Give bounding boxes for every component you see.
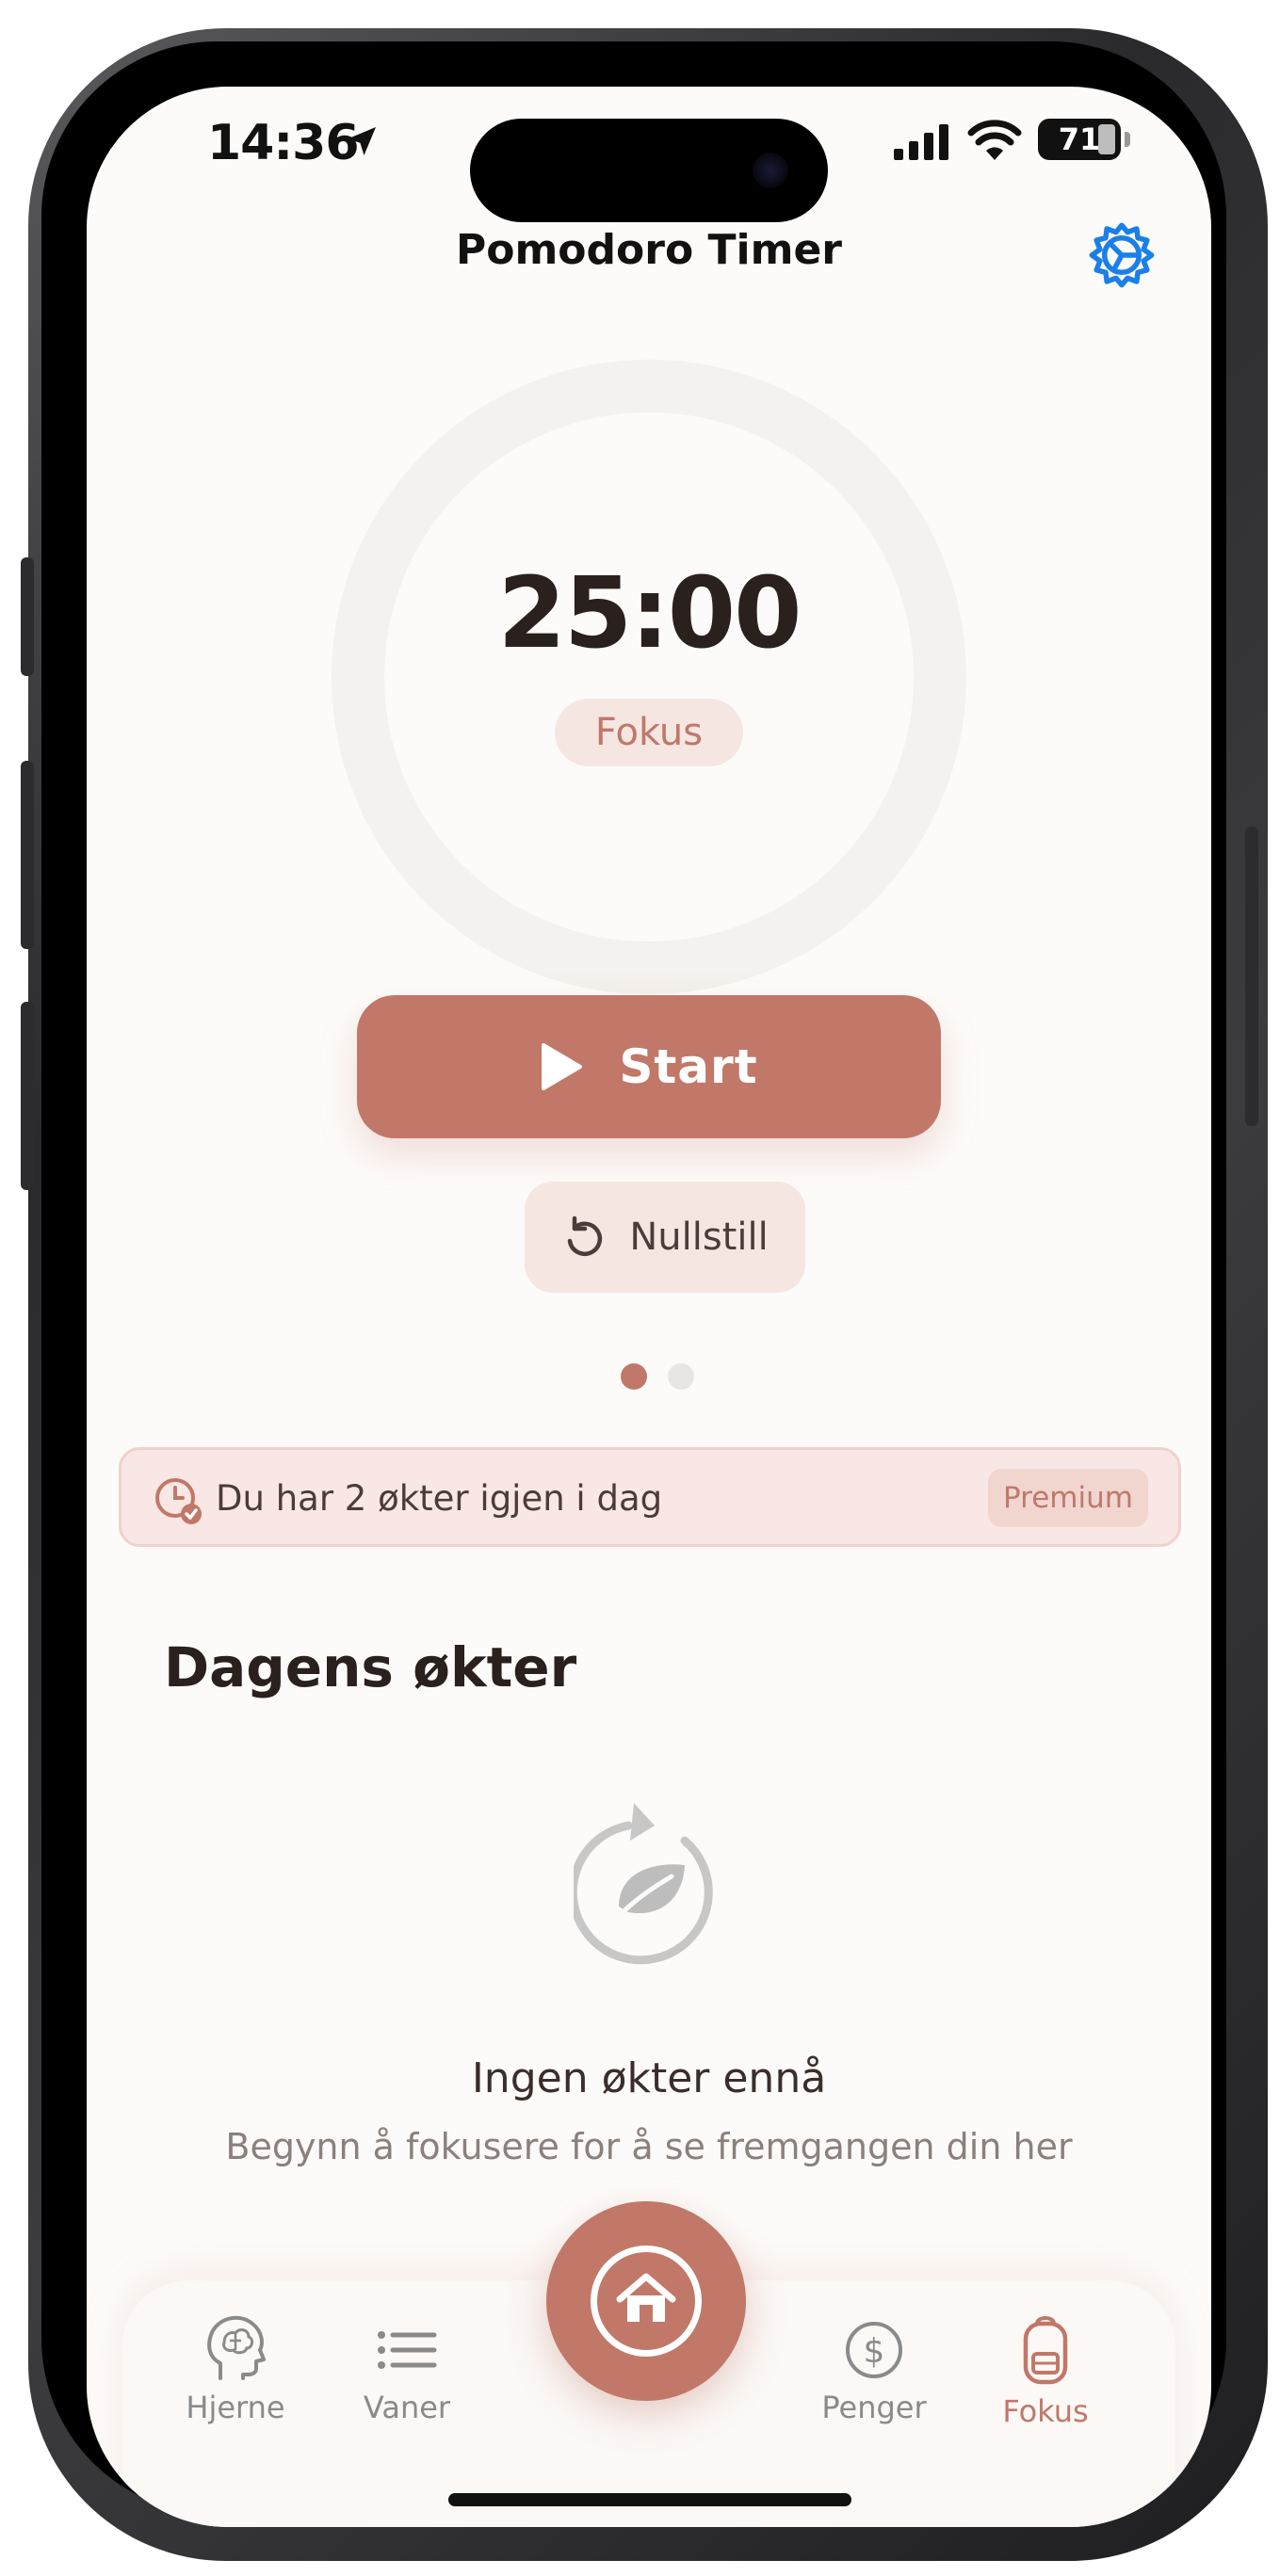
tab-label: Fokus bbox=[1002, 2393, 1089, 2429]
list-icon bbox=[378, 2331, 437, 2369]
status-bar: 14:36 71 bbox=[87, 87, 1211, 222]
svg-text:$: $ bbox=[864, 2332, 885, 2371]
reset-button[interactable]: Nullstill bbox=[525, 1182, 805, 1293]
front-camera bbox=[753, 153, 788, 188]
volume-down-button bbox=[21, 1002, 34, 1190]
dollar-circle-icon: $ bbox=[846, 2322, 902, 2378]
tab-hjerne[interactable]: Hjerne bbox=[151, 2310, 320, 2461]
tab-label: Hjerne bbox=[186, 2390, 285, 2425]
battery-empty-segment bbox=[1098, 124, 1115, 154]
home-button[interactable] bbox=[546, 2201, 746, 2401]
home-icon-ring bbox=[591, 2246, 702, 2357]
reset-button-label: Nullstill bbox=[629, 1216, 769, 1259]
start-button-label: Start bbox=[619, 1039, 758, 1094]
page-indicator-dot[interactable] bbox=[668, 1363, 694, 1390]
sessions-section-title: Dagens økter bbox=[164, 1635, 577, 1699]
tab-label: Vaner bbox=[363, 2390, 451, 2425]
tab-fokus[interactable]: Fokus bbox=[961, 2310, 1130, 2461]
battery-level: 71 bbox=[1058, 121, 1101, 157]
tab-penger[interactable]: $ Penger bbox=[789, 2310, 959, 2461]
refresh-leaf-icon bbox=[574, 1803, 713, 1965]
home-icon bbox=[616, 2273, 676, 2322]
home-indicator bbox=[448, 2493, 851, 2506]
brain-head-icon bbox=[207, 2315, 266, 2380]
empty-state-title: Ingen økter ennå bbox=[471, 2054, 827, 2102]
backpack-icon bbox=[1023, 2316, 1068, 2385]
session-limit-text: Du har 2 økter igjen i dag bbox=[216, 1478, 663, 1519]
settings-gear-icon[interactable] bbox=[1085, 218, 1158, 292]
empty-state-subtitle: Begynn å fokusere for å se fremgangen di… bbox=[225, 2126, 1073, 2167]
play-icon bbox=[542, 1043, 583, 1090]
clock-check-icon bbox=[155, 1478, 202, 1524]
page-title: Pomodoro Timer bbox=[455, 226, 842, 274]
session-limit-banner: Du har 2 økter igjen i dag Premium bbox=[119, 1447, 1181, 1547]
app-screen: 14:36 71 Pomodoro Timer 25:00 Fokus Star… bbox=[87, 87, 1211, 2527]
power-button bbox=[1245, 827, 1258, 1126]
reset-arrow-icon bbox=[568, 1216, 603, 1257]
volume-up-button bbox=[21, 761, 34, 949]
status-time: 14:36 bbox=[207, 115, 360, 171]
timer-progress-ring bbox=[332, 360, 966, 994]
cellular-signal-icon bbox=[894, 124, 948, 160]
tab-vaner[interactable]: Vaner bbox=[322, 2310, 492, 2461]
premium-button[interactable]: Premium bbox=[988, 1469, 1148, 1527]
timer-display: 25:00 bbox=[497, 555, 802, 670]
timer-mode-badge: Fokus bbox=[555, 699, 743, 766]
page-indicator-dot-active[interactable] bbox=[621, 1363, 647, 1390]
dynamic-island bbox=[470, 119, 828, 222]
battery-tip bbox=[1125, 132, 1130, 147]
location-arrow-icon bbox=[348, 127, 376, 155]
battery-indicator: 71 bbox=[1038, 119, 1121, 160]
tab-label: Penger bbox=[821, 2390, 927, 2425]
wifi-icon bbox=[967, 120, 1022, 160]
start-button[interactable]: Start bbox=[357, 995, 941, 1138]
action-button bbox=[21, 557, 34, 676]
